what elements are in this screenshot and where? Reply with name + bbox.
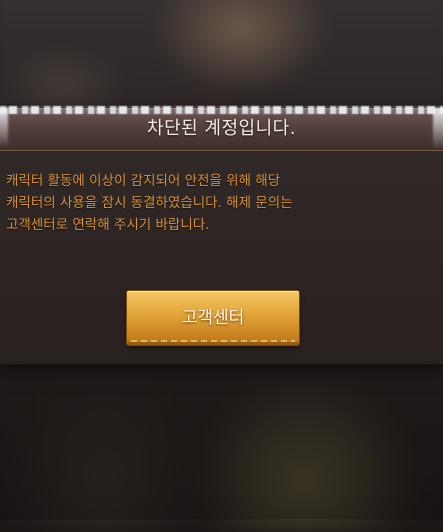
customer-center-button-label: 고객센터 <box>181 308 245 328</box>
button-trim-decoration <box>131 340 295 342</box>
customer-center-button[interactable]: 고객센터 <box>127 291 299 345</box>
dialog-header: 차단된 계정입니다. <box>0 106 443 151</box>
dialog-message: 캐릭터 활동에 이상이 감지되어 안전을 위해 해당 캐릭터의 사용을 잠시 동… <box>6 173 293 233</box>
blocked-account-dialog: 차단된 계정입니다. 캐릭터 활동에 이상이 감지되어 안전을 위해 해당 캐릭… <box>0 106 443 364</box>
dialog-title: 차단된 계정입니다. <box>147 118 296 139</box>
